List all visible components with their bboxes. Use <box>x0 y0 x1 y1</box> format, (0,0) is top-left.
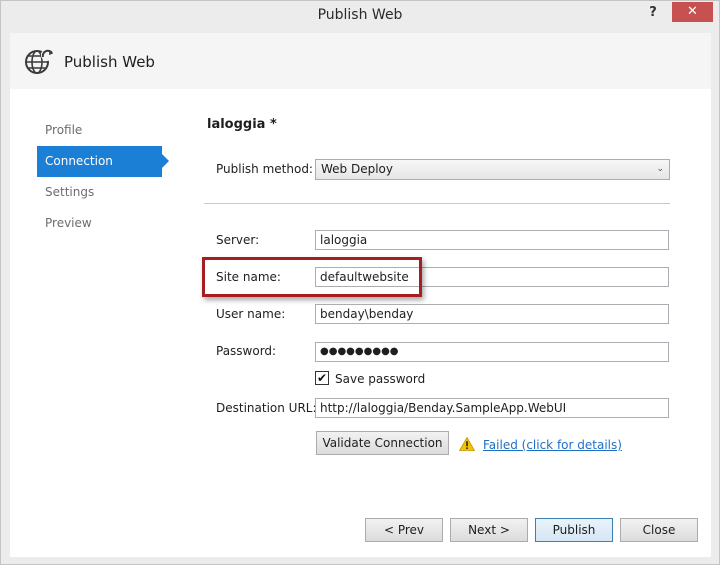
user-name-label: User name: <box>216 307 286 321</box>
publish-method-value: Web Deploy <box>321 162 393 176</box>
publish-button[interactable]: Publish <box>535 518 613 542</box>
divider <box>204 203 670 204</box>
publish-method-select[interactable]: Web Deploy ⌄ <box>315 159 670 180</box>
server-label: Server: <box>216 233 260 247</box>
nav-item-profile[interactable]: Profile <box>37 115 177 146</box>
window-title: Publish Web <box>317 7 403 23</box>
profile-name: laloggia * <box>207 117 277 132</box>
save-password-label: Save password <box>335 372 426 386</box>
server-input[interactable]: laloggia <box>315 230 669 250</box>
warning-icon <box>459 437 475 451</box>
password-input[interactable]: ●●●●●●●●● <box>315 342 669 362</box>
header-title: Publish Web <box>64 53 155 71</box>
next-button[interactable]: Next > <box>450 518 528 542</box>
nav-item-preview[interactable]: Preview <box>37 208 177 239</box>
help-button[interactable]: ? <box>643 3 663 23</box>
nav-item-settings[interactable]: Settings <box>37 177 177 208</box>
password-label: Password: <box>216 344 277 358</box>
validate-connection-button[interactable]: Validate Connection <box>316 431 449 455</box>
dialog-body: Publish Web Profile Connection Settings … <box>10 33 711 557</box>
chevron-down-icon: ⌄ <box>656 164 664 174</box>
publish-method-label: Publish method: <box>216 162 313 176</box>
save-password-checkbox[interactable]: ✔ <box>315 371 329 385</box>
destination-url-label: Destination URL: <box>216 401 317 415</box>
wizard-nav: Profile Connection Settings Preview <box>37 115 177 239</box>
window-close-button[interactable]: ✕ <box>672 2 713 22</box>
publish-web-dialog: Publish Web ? ✕ Publish Web Profile Conn… <box>0 0 720 565</box>
title-bar: Publish Web ? ✕ <box>1 1 719 32</box>
nav-item-connection[interactable]: Connection <box>37 146 169 177</box>
validation-status-link[interactable]: Failed (click for details) <box>483 438 622 452</box>
close-button[interactable]: Close <box>620 518 698 542</box>
dialog-header: Publish Web <box>10 33 711 89</box>
site-name-highlight <box>202 257 422 297</box>
globe-publish-icon <box>25 49 53 74</box>
destination-url-input[interactable]: http://laloggia/Benday.SampleApp.WebUI <box>315 398 669 418</box>
user-name-input[interactable]: benday\benday <box>315 304 669 324</box>
prev-button[interactable]: < Prev <box>365 518 443 542</box>
